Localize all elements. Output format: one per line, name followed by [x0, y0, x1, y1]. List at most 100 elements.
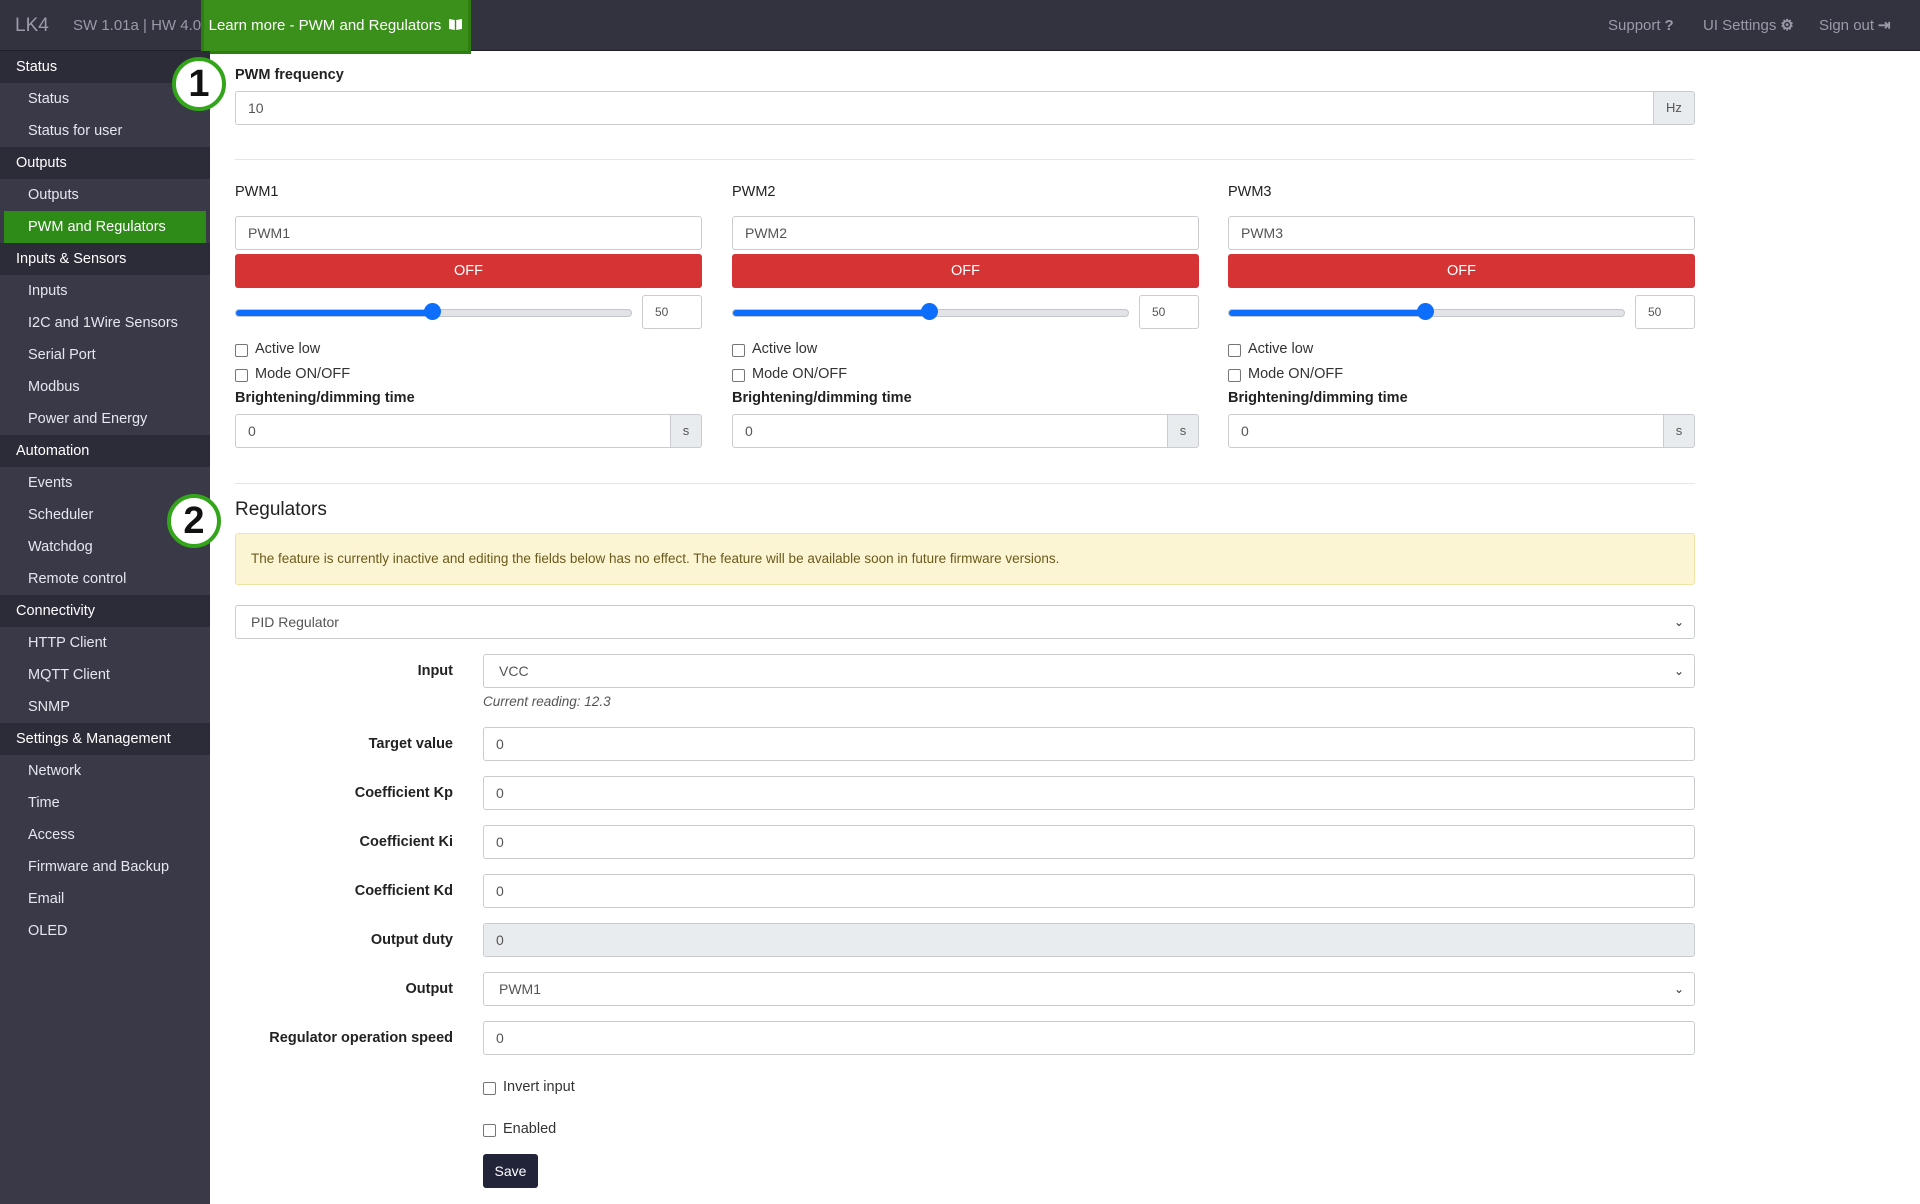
pwm2-dim-input[interactable]: 0 — [732, 414, 1168, 448]
pwm1-active-low-label: Active low — [255, 341, 321, 357]
sidebar-item-pwm-regulators[interactable]: PWM and Regulators — [4, 211, 206, 243]
input-label: Input — [417, 663, 453, 679]
sidebar-item-events[interactable]: Events — [0, 467, 210, 499]
ui-settings-label: UI Settings — [1703, 17, 1777, 34]
invert-input-checkbox[interactable] — [483, 1082, 496, 1095]
sidebar-item-power-energy[interactable]: Power and Energy — [0, 403, 210, 435]
sidebar-item-snmp[interactable]: SNMP — [0, 691, 210, 723]
pwm1-mode-onoff-checkbox[interactable] — [235, 369, 248, 382]
pwm1-name-input[interactable]: PWM1 — [235, 216, 702, 250]
sidebar-item-http-client[interactable]: HTTP Client — [0, 627, 210, 659]
pwm3-panel: PWM3 PWM3 OFF 50 Active low Mode ON/OFF … — [1228, 184, 1695, 454]
regulator-type-select[interactable]: PID Regulator ⌄ — [235, 605, 1695, 639]
sidebar-item-access[interactable]: Access — [0, 819, 210, 851]
sidebar-item-remote-control[interactable]: Remote control — [0, 563, 210, 595]
pwm3-active-low-label: Active low — [1248, 341, 1314, 357]
pwm3-dim-label: Brightening/dimming time — [1228, 390, 1408, 406]
pwm3-slider-fill — [1229, 310, 1427, 316]
sidebar-item-i2c-1wire[interactable]: I2C and 1Wire Sensors — [0, 307, 210, 339]
pwm3-dim-input[interactable]: 0 — [1228, 414, 1664, 448]
question-icon: ? — [1664, 17, 1674, 34]
sidebar-section-settings[interactable]: Settings & Management — [0, 723, 210, 755]
pwm1-slider-thumb[interactable] — [424, 303, 441, 320]
sidebar-item-inputs[interactable]: Inputs — [0, 275, 210, 307]
target-value-input[interactable]: 0 — [483, 727, 1695, 761]
pwm2-dim-label: Brightening/dimming time — [732, 390, 912, 406]
current-reading-hint: Current reading: 12.3 — [483, 694, 611, 709]
sign-out-label: Sign out — [1819, 17, 1875, 34]
pwm3-dim-unit: s — [1663, 414, 1695, 448]
pwm3-slider-thumb[interactable] — [1417, 303, 1434, 320]
regulator-type-value: PID Regulator — [251, 614, 339, 630]
divider — [235, 483, 1695, 484]
input-source-value: VCC — [499, 663, 529, 679]
pwm2-name-input[interactable]: PWM2 — [732, 216, 1199, 250]
pwm1-label: PWM1 — [235, 184, 279, 200]
pwm1-level-input[interactable]: 50 — [642, 295, 702, 329]
output-label: Output — [405, 981, 453, 997]
pwm1-dim-label: Brightening/dimming time — [235, 390, 415, 406]
pwm1-active-low-checkbox[interactable] — [235, 344, 248, 357]
coefficient-kp-input[interactable]: 0 — [483, 776, 1695, 810]
sign-out-icon: ⇥ — [1878, 17, 1891, 34]
chevron-down-icon: ⌄ — [1673, 982, 1684, 996]
ui-settings-link[interactable]: UI Settings ⚙ — [1703, 0, 1794, 51]
sidebar-item-status-for-user[interactable]: Status for user — [0, 115, 210, 147]
divider — [235, 159, 1695, 160]
enabled-label: Enabled — [503, 1121, 557, 1137]
pwm2-active-low-checkbox[interactable] — [732, 344, 745, 357]
pwm2-mode-onoff-checkbox[interactable] — [732, 369, 745, 382]
sidebar-item-oled[interactable]: OLED — [0, 915, 210, 947]
learn-more-button[interactable]: Learn more - PWM and Regulators — [201, 0, 471, 54]
enabled-checkbox[interactable] — [483, 1124, 496, 1137]
pwm3-toggle-button[interactable]: OFF — [1228, 254, 1695, 288]
learn-more-label: Learn more - PWM and Regulators — [208, 17, 442, 34]
sidebar-item-serial-port[interactable]: Serial Port — [0, 339, 210, 371]
sidebar-item-firmware-backup[interactable]: Firmware and Backup — [0, 851, 210, 883]
pwm2-level-input[interactable]: 50 — [1139, 295, 1199, 329]
pwm2-panel: PWM2 PWM2 OFF 50 Active low Mode ON/OFF … — [732, 184, 1199, 454]
sidebar-section-inputs-sensors[interactable]: Inputs & Sensors — [0, 243, 210, 275]
sidebar-item-modbus[interactable]: Modbus — [0, 371, 210, 403]
save-button[interactable]: Save — [483, 1154, 538, 1188]
coefficient-kp-label: Coefficient Kp — [354, 785, 453, 801]
sidebar-item-outputs[interactable]: Outputs — [0, 179, 210, 211]
brand-logo[interactable]: LK4 — [15, 0, 49, 51]
pwm1-dim-unit: s — [670, 414, 702, 448]
coefficient-kd-input[interactable]: 0 — [483, 874, 1695, 908]
pwm2-mode-onoff-label: Mode ON/OFF — [752, 366, 848, 382]
sidebar-section-automation[interactable]: Automation — [0, 435, 210, 467]
pwm3-mode-onoff-checkbox[interactable] — [1228, 369, 1241, 382]
pwm2-slider-thumb[interactable] — [921, 303, 938, 320]
pwm3-name-input[interactable]: PWM3 — [1228, 216, 1695, 250]
sidebar-section-outputs[interactable]: Outputs — [0, 147, 210, 179]
output-select-value: PWM1 — [499, 981, 541, 997]
sidebar-item-email[interactable]: Email — [0, 883, 210, 915]
pwm1-toggle-button[interactable]: OFF — [235, 254, 702, 288]
pwm2-slider-fill — [733, 310, 931, 316]
output-select[interactable]: PWM1 ⌄ — [483, 972, 1695, 1006]
invert-input-label: Invert input — [503, 1079, 575, 1095]
pwm3-level-input[interactable]: 50 — [1635, 295, 1695, 329]
input-source-select[interactable]: VCC ⌄ — [483, 654, 1695, 688]
sidebar-section-connectivity[interactable]: Connectivity — [0, 595, 210, 627]
pwm3-active-low-checkbox[interactable] — [1228, 344, 1241, 357]
pwm2-active-low-label: Active low — [752, 341, 818, 357]
sidebar-item-time[interactable]: Time — [0, 787, 210, 819]
support-link[interactable]: Support? — [1608, 0, 1674, 51]
coefficient-kd-label: Coefficient Kd — [354, 883, 453, 899]
sign-out-link[interactable]: Sign out ⇥ — [1819, 0, 1891, 51]
book-icon — [449, 19, 463, 30]
sidebar: Status Status Status for user Outputs Ou… — [0, 51, 210, 1204]
pwm-frequency-input[interactable]: 10 — [235, 91, 1654, 125]
pwm1-dim-input[interactable]: 0 — [235, 414, 671, 448]
pwm2-dim-unit: s — [1167, 414, 1199, 448]
sidebar-item-mqtt-client[interactable]: MQTT Client — [0, 659, 210, 691]
coefficient-ki-input[interactable]: 0 — [483, 825, 1695, 859]
regulator-speed-input[interactable]: 0 — [483, 1021, 1695, 1055]
pwm2-toggle-button[interactable]: OFF — [732, 254, 1199, 288]
sidebar-item-network[interactable]: Network — [0, 755, 210, 787]
annotation-marker-2: 2 — [167, 494, 221, 548]
regulators-heading: Regulators — [235, 499, 327, 520]
pwm1-slider-fill — [236, 310, 434, 316]
